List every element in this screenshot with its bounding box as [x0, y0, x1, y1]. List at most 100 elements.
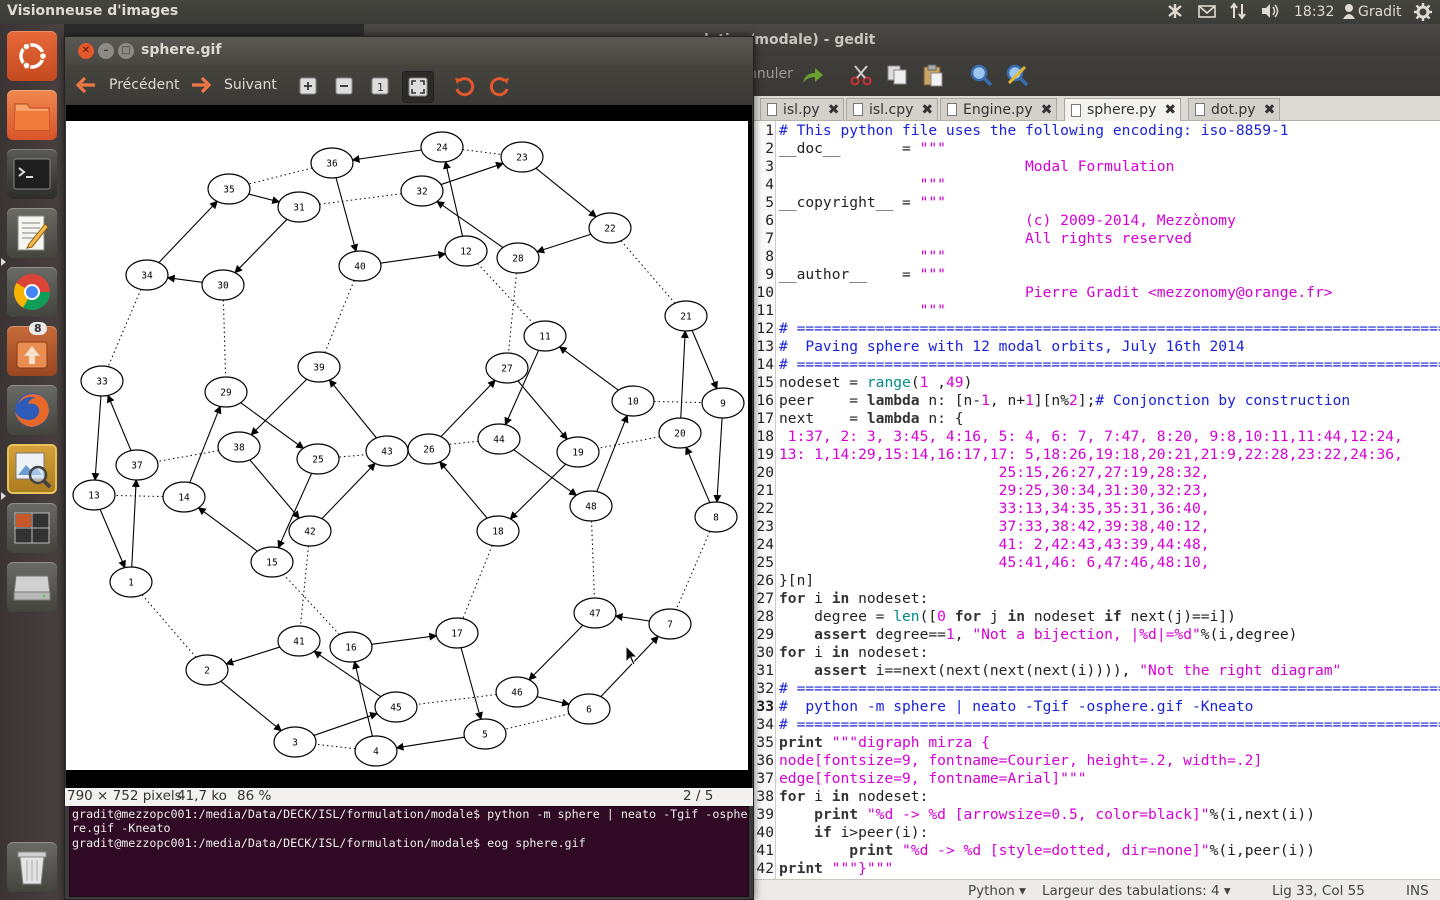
rotate-left-icon[interactable] — [451, 73, 477, 99]
tab-width-selector[interactable]: Largeur des tabulations: 4 ▾ — [1042, 883, 1231, 899]
line-number: 21 — [756, 482, 774, 499]
gear-icon[interactable] — [1413, 2, 1433, 22]
normal-size-icon[interactable]: 1 — [367, 73, 393, 99]
line-number: 7 — [765, 230, 774, 247]
tab-sphere-py[interactable]: sphere.py ✖ — [1064, 98, 1182, 121]
tab-isl-py[interactable]: isl.py ✖ — [760, 98, 845, 120]
graph-node-label: 27 — [501, 364, 512, 375]
line-number: 5 — [765, 194, 774, 211]
graph-node: 15 — [250, 546, 294, 578]
code-line: 45:41,46: 6,47:46,48:10, — [779, 554, 1210, 571]
code-line: for i in nodeset: — [779, 788, 929, 805]
graph-edge — [536, 233, 592, 254]
undo-button[interactable]: nnuler — [748, 66, 793, 82]
minimize-window-icon[interactable]: – — [98, 43, 114, 59]
cut-icon[interactable] — [848, 62, 874, 88]
previous-button[interactable]: Précédent — [75, 71, 179, 99]
line-number: 26 — [756, 572, 774, 589]
tab-label: Engine.py — [963, 101, 1033, 118]
clock[interactable]: 18:32 — [1294, 2, 1334, 22]
graph-node: 13 — [72, 479, 116, 511]
graph-edge — [443, 160, 464, 237]
zoom-out-icon[interactable] — [331, 73, 357, 99]
zoom-in-icon[interactable] — [295, 73, 321, 99]
graph-node: 16 — [329, 631, 373, 663]
code-line: """ — [779, 302, 946, 319]
copy-icon[interactable] — [884, 62, 910, 88]
line-number: 33 — [756, 698, 774, 715]
line-number: 41 — [756, 842, 774, 859]
tab-engine-py[interactable]: Engine.py ✖ — [940, 98, 1058, 120]
graph-edge — [189, 405, 222, 483]
graph-peer-edge — [620, 240, 676, 304]
code-line: degree = len([0 for j in nodeset if next… — [779, 608, 1236, 625]
mail-icon[interactable] — [1198, 2, 1216, 22]
app-menu-title[interactable]: Visionneuse d'images — [7, 3, 178, 19]
line-number: 39 — [756, 806, 774, 823]
text-editor-icon[interactable] — [7, 208, 57, 258]
close-tab-icon[interactable]: ✖ — [1041, 100, 1053, 120]
graph-node: 10 — [611, 385, 655, 417]
graph-node: 37 — [115, 449, 159, 481]
code-editor[interactable]: 1 2 3 4 5 6 7 8 9 10 11 12 13 14 15 16 17 18 19 20 21 22 23 24 2… — [752, 121, 1440, 879]
redo-icon[interactable] — [800, 62, 826, 88]
terminal-window[interactable]: gradit@mezzopc001:/media/Data/DECK/ISL/f… — [69, 806, 749, 897]
image-viewer-icon[interactable] — [7, 444, 57, 494]
user-icon — [1342, 2, 1356, 22]
graph-edge — [166, 274, 203, 283]
software-updater-icon[interactable]: 8 — [7, 322, 57, 376]
graph-peer-edge — [283, 574, 340, 635]
disk-drive-icon[interactable] — [7, 562, 57, 612]
graph-peer-edge — [107, 289, 142, 367]
network-icon[interactable] — [1229, 2, 1247, 22]
rotate-right-icon[interactable] — [487, 73, 513, 99]
best-fit-icon[interactable] — [402, 71, 434, 103]
gedit-statusbar: Python ▾ Largeur des tabulations: 4 ▾ Li… — [752, 879, 1440, 900]
graph-peer-edge — [591, 520, 595, 599]
graph-edge — [106, 394, 132, 451]
image-viewer-titlebar[interactable]: ✕ – □ sphere.gif — [65, 37, 753, 65]
search-icon[interactable] — [968, 62, 994, 88]
line-number: 8 — [765, 248, 774, 265]
graph-node-label: 16 — [345, 643, 357, 654]
graph-node-label: 22 — [604, 224, 615, 235]
language-selector[interactable]: Python ▾ — [968, 883, 1026, 899]
line-number: 34 — [756, 716, 774, 733]
files-icon[interactable] — [7, 90, 57, 140]
chrome-icon[interactable] — [7, 267, 57, 317]
next-button[interactable]: Suivant — [190, 71, 277, 99]
paste-icon[interactable] — [920, 62, 946, 88]
trash-icon[interactable] — [7, 842, 57, 892]
terminal-icon[interactable] — [7, 149, 57, 199]
close-tab-icon[interactable]: ✖ — [921, 100, 933, 120]
graph-edge — [535, 167, 597, 218]
graph-node-label: 37 — [131, 461, 142, 472]
close-tab-icon[interactable]: ✖ — [1164, 100, 1176, 120]
image-viewport[interactable]: 1 2 3 4 5 6 7 8 9 10 11 12 13 14 15 16 17 18 19 20 21 22 23 24 2… — [66, 105, 752, 788]
user-menu[interactable]: Gradit — [1358, 2, 1401, 22]
close-window-icon[interactable]: ✕ — [78, 43, 94, 59]
graph-peer-edge — [315, 743, 356, 750]
workspace-switcher-icon[interactable] — [7, 503, 57, 553]
search-replace-icon[interactable] — [1004, 62, 1030, 88]
dash-home-icon[interactable] — [7, 31, 57, 81]
firefox-icon[interactable] — [7, 385, 57, 435]
volume-icon[interactable] — [1260, 2, 1280, 22]
graph-edge — [558, 346, 619, 391]
bluetooth-icon[interactable] — [1166, 2, 1184, 22]
tab-isl-cpy[interactable]: isl.cpy ✖ — [846, 98, 939, 120]
graph-edge — [395, 736, 465, 751]
tab-dot-py[interactable]: dot.py ✖ — [1188, 98, 1281, 120]
graph-peer-edge — [462, 149, 502, 155]
code-line: print """}""" — [779, 860, 894, 877]
graph-node-label: 11 — [539, 332, 551, 343]
graph-node: 8 — [694, 501, 738, 533]
close-tab-icon[interactable]: ✖ — [1264, 100, 1276, 120]
maximize-window-icon[interactable]: □ — [118, 43, 134, 59]
graph-edge — [225, 646, 280, 666]
graph-node: 20 — [658, 417, 702, 449]
graph-node: 9 — [701, 387, 745, 419]
line-number: 40 — [756, 824, 774, 841]
graph-node: 4 — [354, 735, 398, 767]
close-tab-icon[interactable]: ✖ — [828, 100, 840, 120]
